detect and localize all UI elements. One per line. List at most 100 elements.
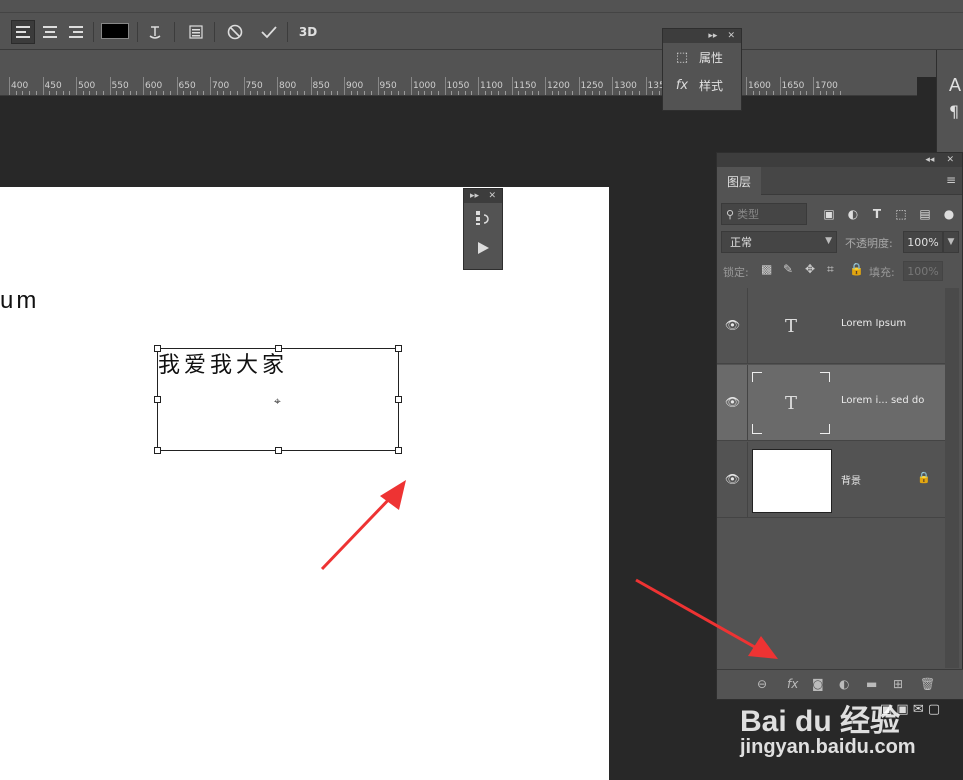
link-layers-icon[interactable]: ⊖ (757, 677, 767, 691)
resize-handle[interactable] (395, 447, 402, 454)
text-fragment[interactable]: um (0, 287, 39, 315)
commit-button[interactable] (257, 20, 281, 44)
ruler-minor-tick (129, 91, 131, 95)
lock-label: 锁定: (723, 266, 749, 279)
paragraph-panel-icon[interactable]: ¶ (949, 102, 959, 121)
ruler-tick (444, 77, 446, 95)
ruler-label: 750 (245, 81, 263, 91)
close-icon[interactable]: ✕ (946, 155, 954, 165)
resize-handle[interactable] (395, 396, 402, 403)
layer-name[interactable]: Lorem i... sed do (841, 395, 924, 406)
ruler-minor-tick (89, 91, 91, 95)
shape-filter-icon[interactable]: ⬚ (893, 206, 909, 222)
styles-item[interactable]: fx 样式 (663, 71, 741, 99)
collapse-icon[interactable]: ▸▸ (708, 31, 717, 41)
layer-name[interactable]: 背景 (841, 472, 861, 487)
align-right-button[interactable] (64, 20, 88, 44)
lock-position-icon[interactable]: ✥ (805, 262, 815, 276)
styles-label: 样式 (699, 78, 724, 93)
eye-icon[interactable]: 👁 (725, 318, 740, 332)
ruler-minor-tick (203, 91, 205, 95)
3d-button[interactable]: 3D (296, 20, 320, 44)
ruler-tick (779, 77, 781, 95)
align-center-button[interactable] (38, 20, 62, 44)
ruler-minor-tick (598, 91, 600, 95)
blend-mode-select[interactable]: 正常 ▼ (721, 231, 837, 253)
resize-handle[interactable] (395, 345, 402, 352)
ruler-minor-tick (96, 91, 98, 95)
collapse-icon[interactable]: ▸▸ (470, 191, 479, 201)
workspace-header (0, 50, 963, 77)
resize-handle[interactable] (154, 447, 161, 454)
panel-header[interactable]: ◂◂ ✕ (717, 153, 962, 167)
separator (174, 22, 175, 42)
opacity-dropdown[interactable]: ▼ (943, 231, 959, 253)
resize-handle[interactable] (154, 345, 161, 352)
selection-corner (752, 372, 762, 382)
separator (287, 22, 288, 42)
ruler-minor-tick (49, 91, 51, 95)
history-button[interactable] (464, 203, 502, 233)
watermark-url: jingyan.baidu.com (740, 736, 916, 758)
fill-input[interactable]: 100% (903, 261, 943, 281)
lock-artboard-icon[interactable]: ⌗ (827, 262, 834, 277)
reference-point-icon: ⌖ (274, 394, 281, 408)
collapse-icon[interactable]: ◂◂ (925, 155, 934, 165)
character-panel-icon (189, 25, 203, 39)
document-canvas[interactable]: um 我爱我大家 ⌖ (0, 187, 609, 780)
horizontal-ruler[interactable]: 400 450 500 550 600 650 700 750 800 850 900 950 1000… (0, 77, 917, 96)
properties-icon: ⬚ (675, 49, 689, 65)
properties-item[interactable]: ⬚ 属性 (663, 43, 741, 71)
textbox-content[interactable]: 我爱我大家 (158, 347, 288, 379)
eye-icon[interactable]: 👁 (725, 395, 740, 409)
layer-name[interactable]: Lorem Ipsum (841, 318, 906, 329)
smart-object-filter-icon[interactable]: ▤ (917, 206, 933, 222)
close-icon[interactable]: ✕ (727, 31, 735, 41)
background-layer-thumbnail (752, 449, 832, 513)
adjustment-layer-icon[interactable]: ◐ (839, 677, 849, 691)
character-panel-icon[interactable]: A (949, 75, 961, 96)
ruler-minor-tick (189, 91, 191, 95)
filter-toggle-icon[interactable]: ● (941, 206, 957, 222)
cancel-button[interactable] (223, 20, 247, 44)
panel-menu-icon[interactable]: ≡ (946, 173, 956, 187)
add-mask-icon[interactable]: ◙ (812, 677, 824, 691)
fx-icon[interactable]: fx (787, 677, 798, 691)
menu-divider (0, 12, 963, 13)
ruler-minor-tick (565, 91, 567, 95)
character-panel-button[interactable] (184, 20, 208, 44)
image-filter-icon[interactable]: ▣ (821, 206, 837, 222)
lock-paint-icon[interactable]: ✎ (783, 262, 793, 276)
panel-header[interactable]: ▸▸ ✕ (464, 189, 502, 203)
close-icon[interactable]: ✕ (488, 191, 496, 201)
eye-icon[interactable]: 👁 (725, 472, 740, 486)
adjustment-filter-icon[interactable]: ◐ (845, 206, 861, 222)
lock-all-icon[interactable]: 🔒 (849, 262, 864, 276)
text-color-swatch[interactable] (101, 23, 129, 39)
trash-icon[interactable]: 🗑 (920, 677, 935, 691)
layer-list-scrollbar[interactable] (945, 288, 959, 668)
align-left-button[interactable] (11, 20, 35, 44)
tab-layers[interactable]: 图层 (717, 167, 761, 195)
lock-transparent-icon[interactable]: ▩ (761, 262, 772, 276)
layer-row-selected[interactable]: 👁 T Lorem i... sed do (717, 365, 945, 441)
new-group-icon[interactable]: ▬ (866, 677, 877, 691)
panel-header[interactable]: ▸▸ ✕ (663, 29, 741, 43)
resize-handle[interactable] (275, 345, 282, 352)
ruler-minor-tick (236, 91, 238, 95)
resize-handle[interactable] (154, 396, 161, 403)
ruler-minor-tick (498, 91, 500, 95)
opacity-input[interactable]: 100% (903, 231, 943, 253)
actions-play-button[interactable] (464, 233, 502, 263)
layer-row[interactable]: 👁 背景 🔒 (717, 442, 945, 518)
text-bounding-box[interactable]: 我爱我大家 ⌖ (154, 345, 402, 454)
filter-type-select[interactable]: ⚲ 类型 (721, 203, 807, 225)
type-filter-icon[interactable]: T (869, 206, 885, 222)
resize-handle[interactable] (275, 447, 282, 454)
new-layer-icon[interactable]: ⊞ (893, 677, 903, 691)
layer-row[interactable]: 👁 T Lorem Ipsum (717, 288, 945, 364)
ruler-minor-tick (364, 91, 366, 95)
ruler-minor-tick (122, 91, 124, 95)
warp-text-button[interactable] (143, 20, 167, 44)
history-actions-panel: ▸▸ ✕ (463, 188, 503, 270)
